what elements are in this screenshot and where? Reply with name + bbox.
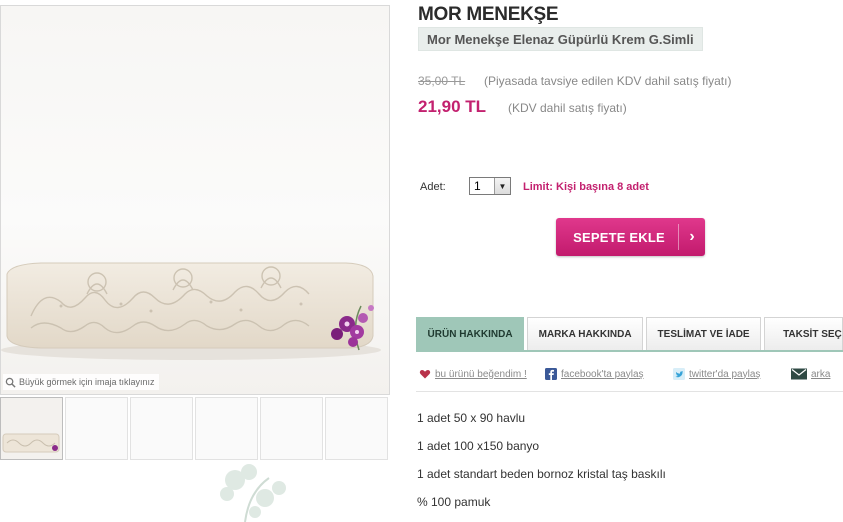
towel-set-photo [1,262,381,360]
quantity-value: 1 [474,179,481,193]
product-description: 1 adet 50 x 90 havlu 1 adet 100 x150 ban… [417,411,666,522]
like-link[interactable]: bu ürünü beğendim ! [419,368,545,380]
chevron-right-icon: › [689,228,695,245]
tab-product-info[interactable]: ÜRÜN HAKKINDA [416,317,525,351]
twitter-icon [673,368,685,380]
like-link-text: bu ürünü beğendim ! [435,368,527,380]
thumbnail-strip [0,397,390,461]
email-share-text: arka [811,368,831,380]
magnifier-icon [5,377,16,388]
quantity-select[interactable]: 1 ▼ [469,177,511,195]
thumbnail-towel-image [2,433,60,453]
add-to-cart-label: SEPETE EKLE [573,229,665,245]
thumbnail-3[interactable] [130,397,193,460]
sale-price-note: (KDV dahil satış fiyatı) [508,101,627,115]
facebook-share-text: facebook'ta paylaş [561,368,644,380]
thumbnail-5[interactable] [260,397,323,460]
zoom-hint-text: Büyük görmek için imaja tıklayınız [19,377,155,387]
decorative-flower-icon [220,464,286,522]
facebook-icon [545,368,557,380]
envelope-icon [791,368,807,380]
divider [416,391,843,392]
purchase-limit: Limit: Kişi başına 8 adet [523,181,649,193]
thumbnail-4[interactable] [195,397,258,460]
twitter-share-link[interactable]: twitter'da paylaş [673,368,791,380]
heart-icon [419,370,431,379]
thumbnail-6[interactable] [325,397,388,460]
product-tabs: ÜRÜN HAKKINDA MARKA HAKKINDA TESLİMAT VE… [416,317,843,351]
old-price: 35,00 TL [418,74,466,88]
thumbnail-1[interactable] [0,397,63,460]
description-line: 1 adet standart beden bornoz kristal taş… [417,467,666,481]
old-price-note: (Piyasada tavsiye edilen KDV dahil satış… [484,74,732,88]
description-line: % 100 pamuk [417,495,491,509]
description-line: 1 adet 100 x150 banyo [417,439,540,453]
brand-name: MOR MENEKŞE [418,4,559,25]
add-to-cart-button[interactable]: SEPETE EKLE › [556,218,705,256]
zoom-hint: Büyük görmek için imaja tıklayınız [3,374,159,390]
email-share-link[interactable]: arka [791,368,830,380]
social-share-row: bu ürünü beğendim ! facebook'ta paylaş t… [419,366,830,382]
product-main-image[interactable]: Büyük görmek için imaja tıklayınız [0,5,390,395]
product-title: Mor Menekşe Elenaz Güpürlü Krem G.Simli [418,27,703,51]
tab-brand-info[interactable]: MARKA HAKKINDA [527,317,644,351]
twitter-share-text: twitter'da paylaş [689,368,761,380]
tab-installments[interactable]: TAKSİT SEÇ [764,317,843,351]
tabs-underline [416,350,843,352]
sale-price: 21,90 TL [418,97,487,116]
tab-delivery-returns[interactable]: TESLİMAT VE İADE [646,317,762,351]
quantity-label: Adet: [420,181,446,193]
description-line: 1 adet 50 x 90 havlu [417,411,526,425]
chevron-down-icon[interactable]: ▼ [494,178,510,194]
thumbnail-2[interactable] [65,397,128,460]
facebook-share-link[interactable]: facebook'ta paylaş [545,368,673,380]
